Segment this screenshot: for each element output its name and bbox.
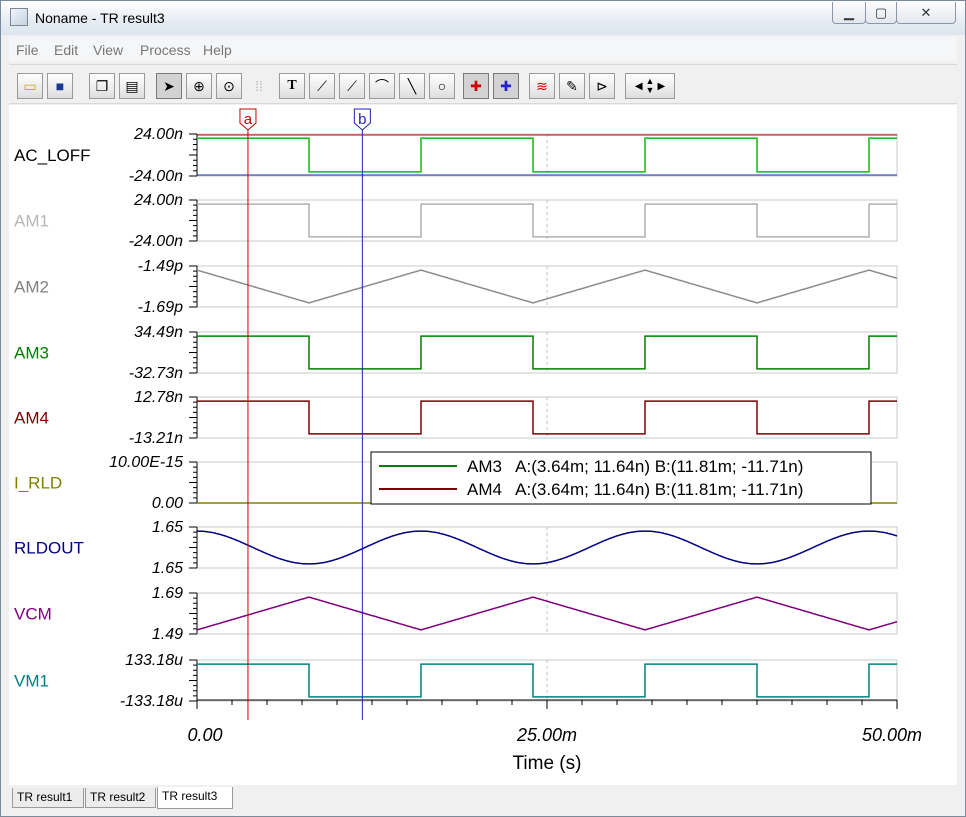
trace-bottom-value: 0.00	[152, 495, 183, 512]
arrow-left-icon[interactable]: ◀	[635, 81, 643, 92]
pointer-button[interactable]: ➤	[156, 73, 182, 99]
trace-top-value: 133.18u	[125, 652, 183, 669]
trace-top-value: 24.00n	[133, 192, 183, 209]
open-icon: ▭	[23, 77, 37, 94]
menu-help[interactable]: Help	[203, 42, 232, 58]
menu-process[interactable]: Process	[140, 42, 191, 58]
pointer-icon: ➤	[163, 77, 175, 94]
trace-bottom-value: -24.00n	[129, 233, 183, 250]
x-axis-label: Time (s)	[513, 753, 582, 774]
trace-top-value: -1.49p	[138, 258, 183, 275]
save-button[interactable]: ■	[47, 73, 73, 99]
close-button[interactable]: ✕	[896, 2, 956, 24]
trace-name-vm1: VM1	[14, 672, 49, 691]
curve-tool-2-button[interactable]: ⟋	[339, 73, 365, 99]
save-icon: ■	[55, 78, 65, 94]
ellipse-tool-button[interactable]: ○	[429, 73, 455, 99]
cursor-b-handle-label: b	[358, 111, 366, 128]
text-tool-button[interactable]: T	[279, 73, 305, 99]
probe-icon: ✎	[566, 77, 578, 94]
plot-area: AC_LOFF 24.00n -24.00n AM1 24.00n -24.00n AM2 -…	[9, 105, 957, 785]
legend-entry-am3: AM3 A:(3.64m; 11.64n) B:(11.81m; -11.71n…	[467, 457, 803, 476]
title-bar: Noname - TR result3 ▁ ▢ ✕	[1, 1, 965, 35]
grid-button[interactable]: ⁞⁞	[246, 73, 272, 99]
line-tool-icon: ╲	[407, 77, 417, 94]
text-tool-icon: T	[287, 78, 297, 93]
navigation-arrows[interactable]: ◀ ▲ ▼ ▶	[625, 73, 675, 99]
trace-top-value: 12.78n	[134, 389, 183, 406]
curve-tool-2-icon: ⟋	[347, 77, 357, 94]
trace-name-am3: AM3	[14, 344, 49, 363]
result-tabs: TR result1 TR result2 TR result3	[9, 786, 957, 816]
trace-name-am4: AM4	[14, 409, 49, 428]
open-button[interactable]: ▭	[17, 73, 43, 99]
waveform-chart[interactable]: AC_LOFF 24.00n -24.00n AM1 24.00n -24.00n AM2 -…	[9, 105, 957, 785]
zoom-in-icon: ⊕	[193, 77, 205, 94]
zoom-100-icon: ⊙	[223, 77, 235, 94]
trace-top-value: 24.00n	[133, 126, 183, 143]
tab-tr-result2[interactable]: TR result2	[85, 788, 156, 808]
arrow-right-icon[interactable]: ▶	[657, 81, 665, 92]
line-tool-button[interactable]: ╲	[399, 73, 425, 99]
copy-button[interactable]: ❐	[89, 73, 115, 99]
maximize-button[interactable]: ▢	[865, 2, 897, 24]
cursor-b-button[interactable]: ✚	[493, 73, 519, 99]
grid-icon: ⁞⁞	[255, 78, 263, 94]
cursor-a-button[interactable]: ✚	[463, 73, 489, 99]
add-curve-button[interactable]: ≋	[529, 73, 555, 99]
add-curve-icon: ≋	[536, 77, 548, 94]
trace-bottom-value: -133.18u	[120, 693, 183, 710]
flag-icon: ⊳	[596, 77, 608, 94]
trace-top-value: 1.65	[152, 519, 183, 536]
app-icon	[10, 8, 28, 26]
trace-name-i_rld: I_RLD	[14, 474, 62, 493]
cursor-a-icon: ✚	[470, 77, 482, 94]
trace-bottom-value: -24.00n	[129, 168, 183, 185]
curve-tool-1-button[interactable]: ⟋	[309, 73, 335, 99]
trace-name-vcm: VCM	[14, 605, 52, 624]
cursor-a-handle-label: a	[244, 111, 253, 128]
trace-top-value: 1.69	[152, 585, 183, 602]
trace-bottom-value: 1.65	[152, 560, 183, 577]
trace-top-value: 34.49n	[134, 324, 183, 341]
arrow-down-icon[interactable]: ▼	[646, 86, 655, 95]
cursor-b-icon: ✚	[500, 77, 512, 94]
trace-name-ac_loff: AC_LOFF	[14, 146, 91, 165]
tab-tr-result3[interactable]: TR result3	[157, 787, 233, 809]
x-tick-label: 25.00m	[516, 725, 577, 745]
curve-tool-1-icon: ⟋	[317, 77, 327, 94]
window-title: Noname - TR result3	[35, 10, 165, 26]
trace-bottom-value: -32.73n	[129, 365, 183, 382]
trace-name-am1: AM1	[14, 212, 49, 231]
minimize-button[interactable]: ▁	[832, 2, 866, 24]
x-tick-label: 50.00m	[862, 725, 922, 745]
app-window: Noname - TR result3 ▁ ▢ ✕ File Edit View…	[0, 0, 966, 817]
ellipse-tool-icon: ○	[437, 78, 447, 94]
paste-button[interactable]: ▤	[119, 73, 145, 99]
x-tick-label: 0.00	[187, 725, 222, 745]
toolbar: ▭ ■ ❐ ▤ ➤ ⊕ ⊙ ⁞⁞ T ⟋ ⟋ ⌒ ╲ ○ ✚ ✚ ≋ ✎ ⊳ ◀…	[9, 64, 957, 104]
trace-name-rldout: RLDOUT	[14, 539, 84, 558]
curve-tool-3-icon: ⌒	[375, 78, 389, 94]
tab-tr-result1[interactable]: TR result1	[12, 788, 84, 808]
curve-tool-3-button[interactable]: ⌒	[369, 73, 395, 99]
trace-top-value: 10.00E-15	[109, 454, 183, 471]
menu-edit[interactable]: Edit	[54, 42, 78, 58]
menu-bar: File Edit View Process Help	[9, 37, 957, 61]
probe-button[interactable]: ✎	[559, 73, 585, 99]
paste-icon: ▤	[125, 77, 139, 94]
menu-view[interactable]: View	[93, 42, 123, 58]
flag-button[interactable]: ⊳	[589, 73, 615, 99]
trace-bottom-value: 1.49	[152, 626, 183, 643]
zoom-in-button[interactable]: ⊕	[186, 73, 212, 99]
trace-name-am2: AM2	[14, 278, 49, 297]
copy-icon: ❐	[95, 77, 109, 94]
trace-bottom-value: -1.69p	[138, 299, 183, 316]
legend-entry-am4: AM4 A:(3.64m; 11.64n) B:(11.81m; -11.71n…	[467, 480, 803, 499]
menu-file[interactable]: File	[16, 42, 39, 58]
zoom-100-button[interactable]: ⊙	[216, 73, 242, 99]
trace-bottom-value: -13.21n	[129, 430, 183, 447]
